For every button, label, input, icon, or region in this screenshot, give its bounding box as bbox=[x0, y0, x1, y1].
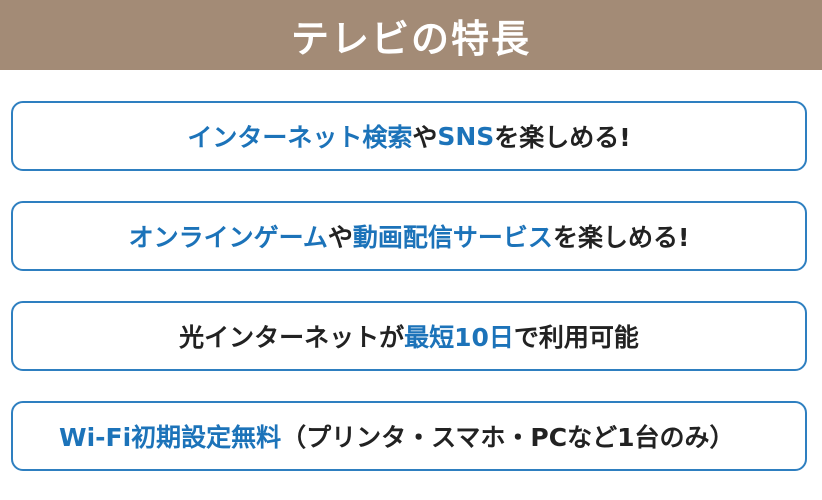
feature-highlight: 最短10日 bbox=[404, 323, 514, 352]
feature-highlight: インターネット検索 bbox=[187, 123, 413, 152]
feature-highlight: Wi-Fi初期設定無料 bbox=[59, 423, 282, 452]
feature-text: を楽しめる! bbox=[552, 223, 690, 252]
feature-text: や bbox=[327, 223, 353, 252]
feature-highlight: オンラインゲーム bbox=[128, 223, 328, 252]
feature-list: インターネット検索や SNS を楽しめる! オンラインゲームや動画配信サービス を楽し… bbox=[11, 101, 807, 471]
feature-text: を楽しめる! bbox=[494, 123, 631, 152]
feature-item-fiber-internet: 光インターネットが 最短10日 で利用可能 bbox=[11, 301, 807, 371]
feature-text: （プリンタ・スマホ・PCなど1台のみ） bbox=[281, 423, 735, 452]
feature-text: で利用可能 bbox=[513, 323, 639, 352]
header-banner: テレビの特長 bbox=[0, 0, 822, 70]
feature-item-wifi-setup: Wi-Fi初期設定無料 （プリンタ・スマホ・PCなど1台のみ） bbox=[11, 401, 807, 471]
feature-highlight: 動画配信サービス bbox=[352, 223, 553, 252]
page-title: テレビの特長 bbox=[290, 16, 531, 61]
feature-item-online-games: オンラインゲームや動画配信サービス を楽しめる! bbox=[11, 201, 807, 271]
feature-item-internet-search: インターネット検索や SNS を楽しめる! bbox=[11, 101, 807, 171]
feature-text: 光インターネットが bbox=[179, 323, 405, 352]
feature-highlight: SNS bbox=[437, 121, 495, 151]
feature-text: や bbox=[412, 123, 438, 152]
